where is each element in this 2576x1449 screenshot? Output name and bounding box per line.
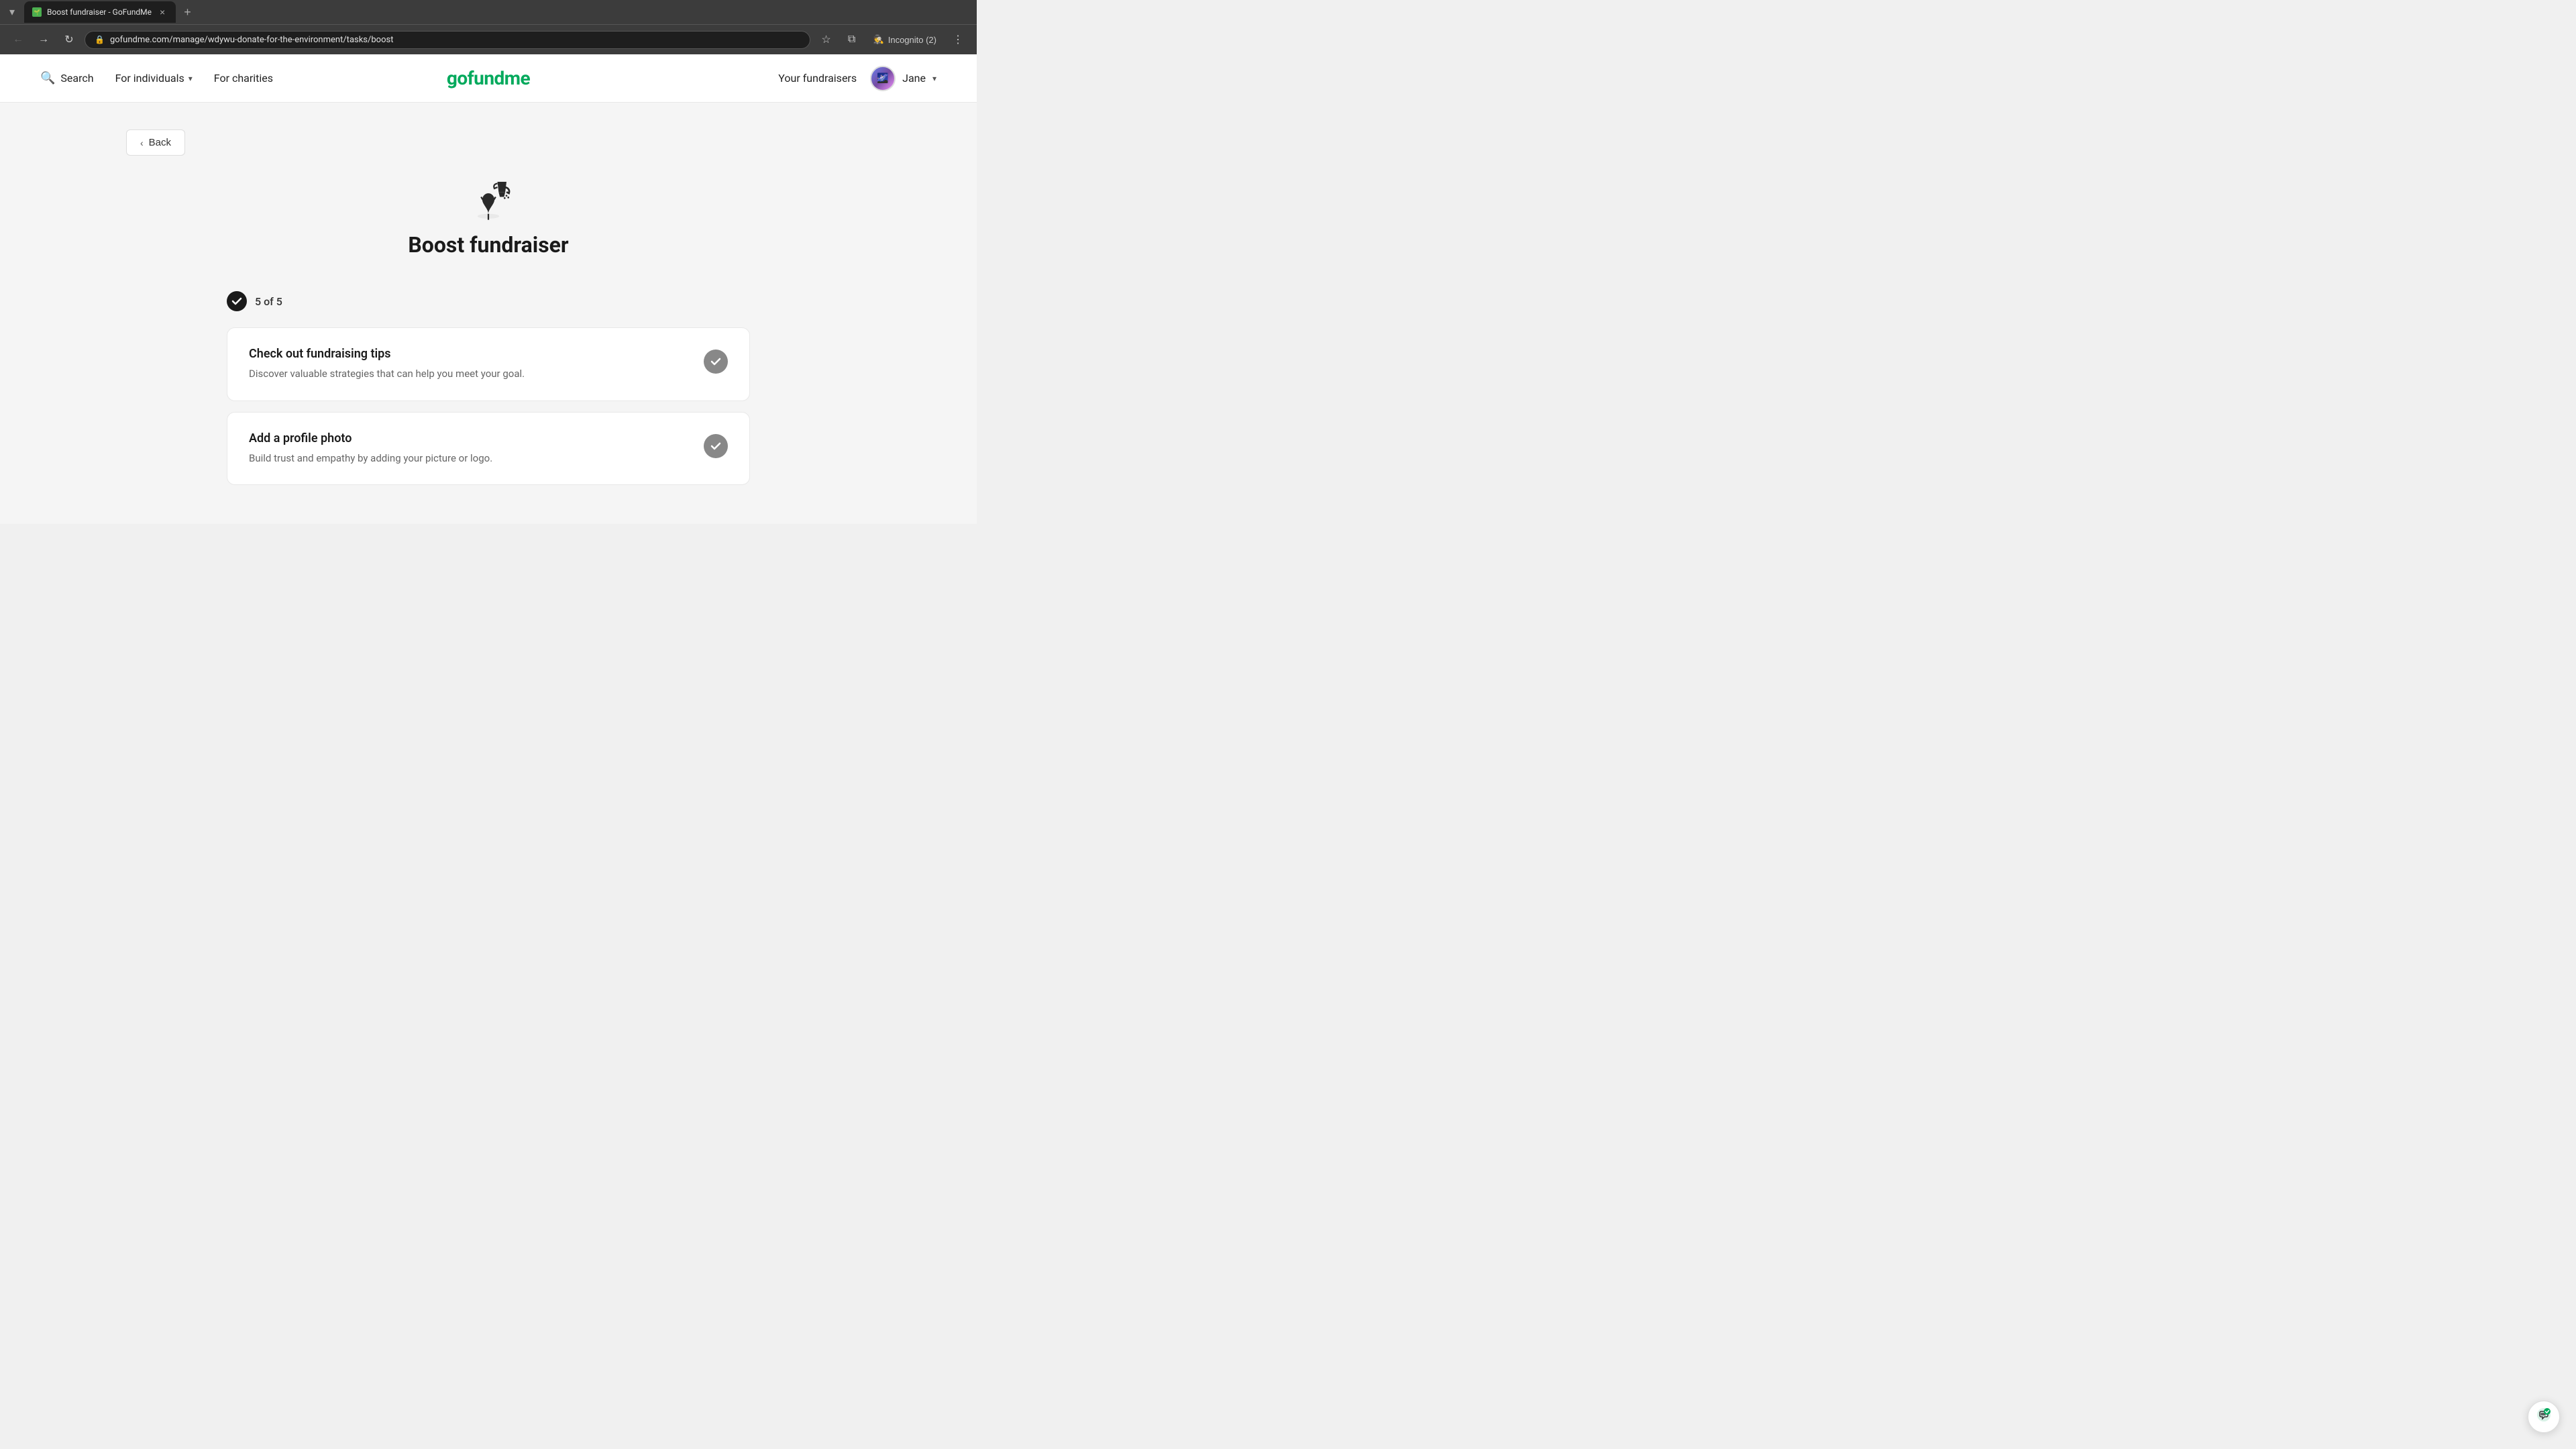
nav-right: Your fundraisers 🌌 Jane ▾ xyxy=(778,66,936,91)
progress-text: 5 of 5 xyxy=(255,295,282,308)
back-nav-button[interactable]: ← xyxy=(8,30,28,50)
nav-for-charities[interactable]: For charities xyxy=(214,72,273,85)
browser-tab-active[interactable]: 🌱 Boost fundraiser - GoFundMe × xyxy=(24,1,176,23)
task-card-content: Add a profile photo Build trust and empa… xyxy=(249,431,690,466)
refresh-button[interactable]: ↻ xyxy=(59,30,79,50)
forward-nav-button[interactable]: → xyxy=(34,30,54,50)
task-card-description: Discover valuable strategies that can he… xyxy=(249,366,690,382)
for-charities-label: For charities xyxy=(214,72,273,85)
avatar: 🌌 xyxy=(870,66,896,91)
for-individuals-label: For individuals xyxy=(115,72,184,85)
chat-widget[interactable] xyxy=(2528,1401,2560,1433)
browser-chrome: ▾ 🌱 Boost fundraiser - GoFundMe × + ← → … xyxy=(0,0,977,54)
page-header: Boost fundraiser xyxy=(126,176,851,258)
bookmark-button[interactable]: ☆ xyxy=(816,29,837,50)
task-card-title: Check out fundraising tips xyxy=(249,347,690,361)
task-card-fundraising-tips[interactable]: Check out fundraising tips Discover valu… xyxy=(227,327,750,401)
nav-for-individuals[interactable]: For individuals ▾ xyxy=(115,72,193,85)
search-icon: 🔍 xyxy=(40,71,55,85)
incognito-label: Incognito (2) xyxy=(888,35,936,45)
browser-toolbar: ← → ↻ 🔒 gofundme.com/manage/wdywu-donate… xyxy=(0,24,977,54)
nav-logo[interactable]: gofundme xyxy=(447,67,530,89)
chevron-down-icon: ▾ xyxy=(189,74,193,83)
tab-close-button[interactable]: × xyxy=(157,5,168,19)
progress-check-icon xyxy=(227,291,247,311)
site-nav: 🔍 Search For individuals ▾ For charities… xyxy=(0,54,977,103)
task-card-title: Add a profile photo xyxy=(249,431,690,445)
incognito-icon: 🕵 xyxy=(873,34,884,45)
tab-nav-dropdown[interactable]: ▾ xyxy=(5,3,19,21)
page-content: 🔍 Search For individuals ▾ For charities… xyxy=(0,54,977,524)
chat-icon xyxy=(2536,1407,2552,1427)
new-tab-button[interactable]: + xyxy=(178,3,197,22)
browser-tab-bar: ▾ 🌱 Boost fundraiser - GoFundMe × + xyxy=(0,0,977,24)
user-name: Jane xyxy=(902,72,926,85)
back-button-label: Back xyxy=(149,137,171,148)
lock-icon: 🔒 xyxy=(95,35,105,44)
search-label: Search xyxy=(60,72,93,85)
user-chevron-down-icon: ▾ xyxy=(932,74,936,83)
nav-left: 🔍 Search For individuals ▾ For charities xyxy=(40,71,273,85)
avatar-initials: 🌌 xyxy=(877,73,888,84)
address-bar[interactable]: 🔒 gofundme.com/manage/wdywu-donate-for-t… xyxy=(85,31,810,49)
boost-icon-svg xyxy=(464,176,513,224)
tab-favicon: 🌱 xyxy=(32,7,42,17)
task-card-profile-photo[interactable]: Add a profile photo Build trust and empa… xyxy=(227,412,750,486)
task-card-content: Check out fundraising tips Discover valu… xyxy=(249,347,690,382)
browser-tab-nav: ▾ xyxy=(5,3,19,21)
address-bar-text: gofundme.com/manage/wdywu-donate-for-the… xyxy=(110,35,800,45)
page-title: Boost fundraiser xyxy=(408,232,568,258)
browser-toolbar-right: ☆ ⧉ 🕵 Incognito (2) ⋮ xyxy=(816,29,969,50)
progress-section: 5 of 5 Check out fundraising tips Discov… xyxy=(227,291,750,485)
task-complete-icon xyxy=(704,434,728,458)
logo-text: gofundme xyxy=(447,67,530,89)
tab-title: Boost fundraiser - GoFundMe xyxy=(47,7,152,17)
task-card-description: Build trust and empathy by adding your p… xyxy=(249,451,690,466)
boost-icon xyxy=(464,176,513,224)
user-menu[interactable]: 🌌 Jane ▾ xyxy=(870,66,936,91)
browser-menu-button[interactable]: ⋮ xyxy=(947,29,969,50)
task-complete-icon xyxy=(704,350,728,374)
main-content: ‹ Back xyxy=(86,103,891,523)
nav-search[interactable]: 🔍 Search xyxy=(40,71,94,85)
progress-indicator: 5 of 5 xyxy=(227,291,750,311)
incognito-button[interactable]: 🕵 Incognito (2) xyxy=(867,32,943,48)
your-fundraisers-link[interactable]: Your fundraisers xyxy=(778,72,857,85)
back-button[interactable]: ‹ Back xyxy=(126,129,185,156)
sidebar-button[interactable]: ⧉ xyxy=(841,29,863,50)
back-chevron-icon: ‹ xyxy=(140,138,144,148)
